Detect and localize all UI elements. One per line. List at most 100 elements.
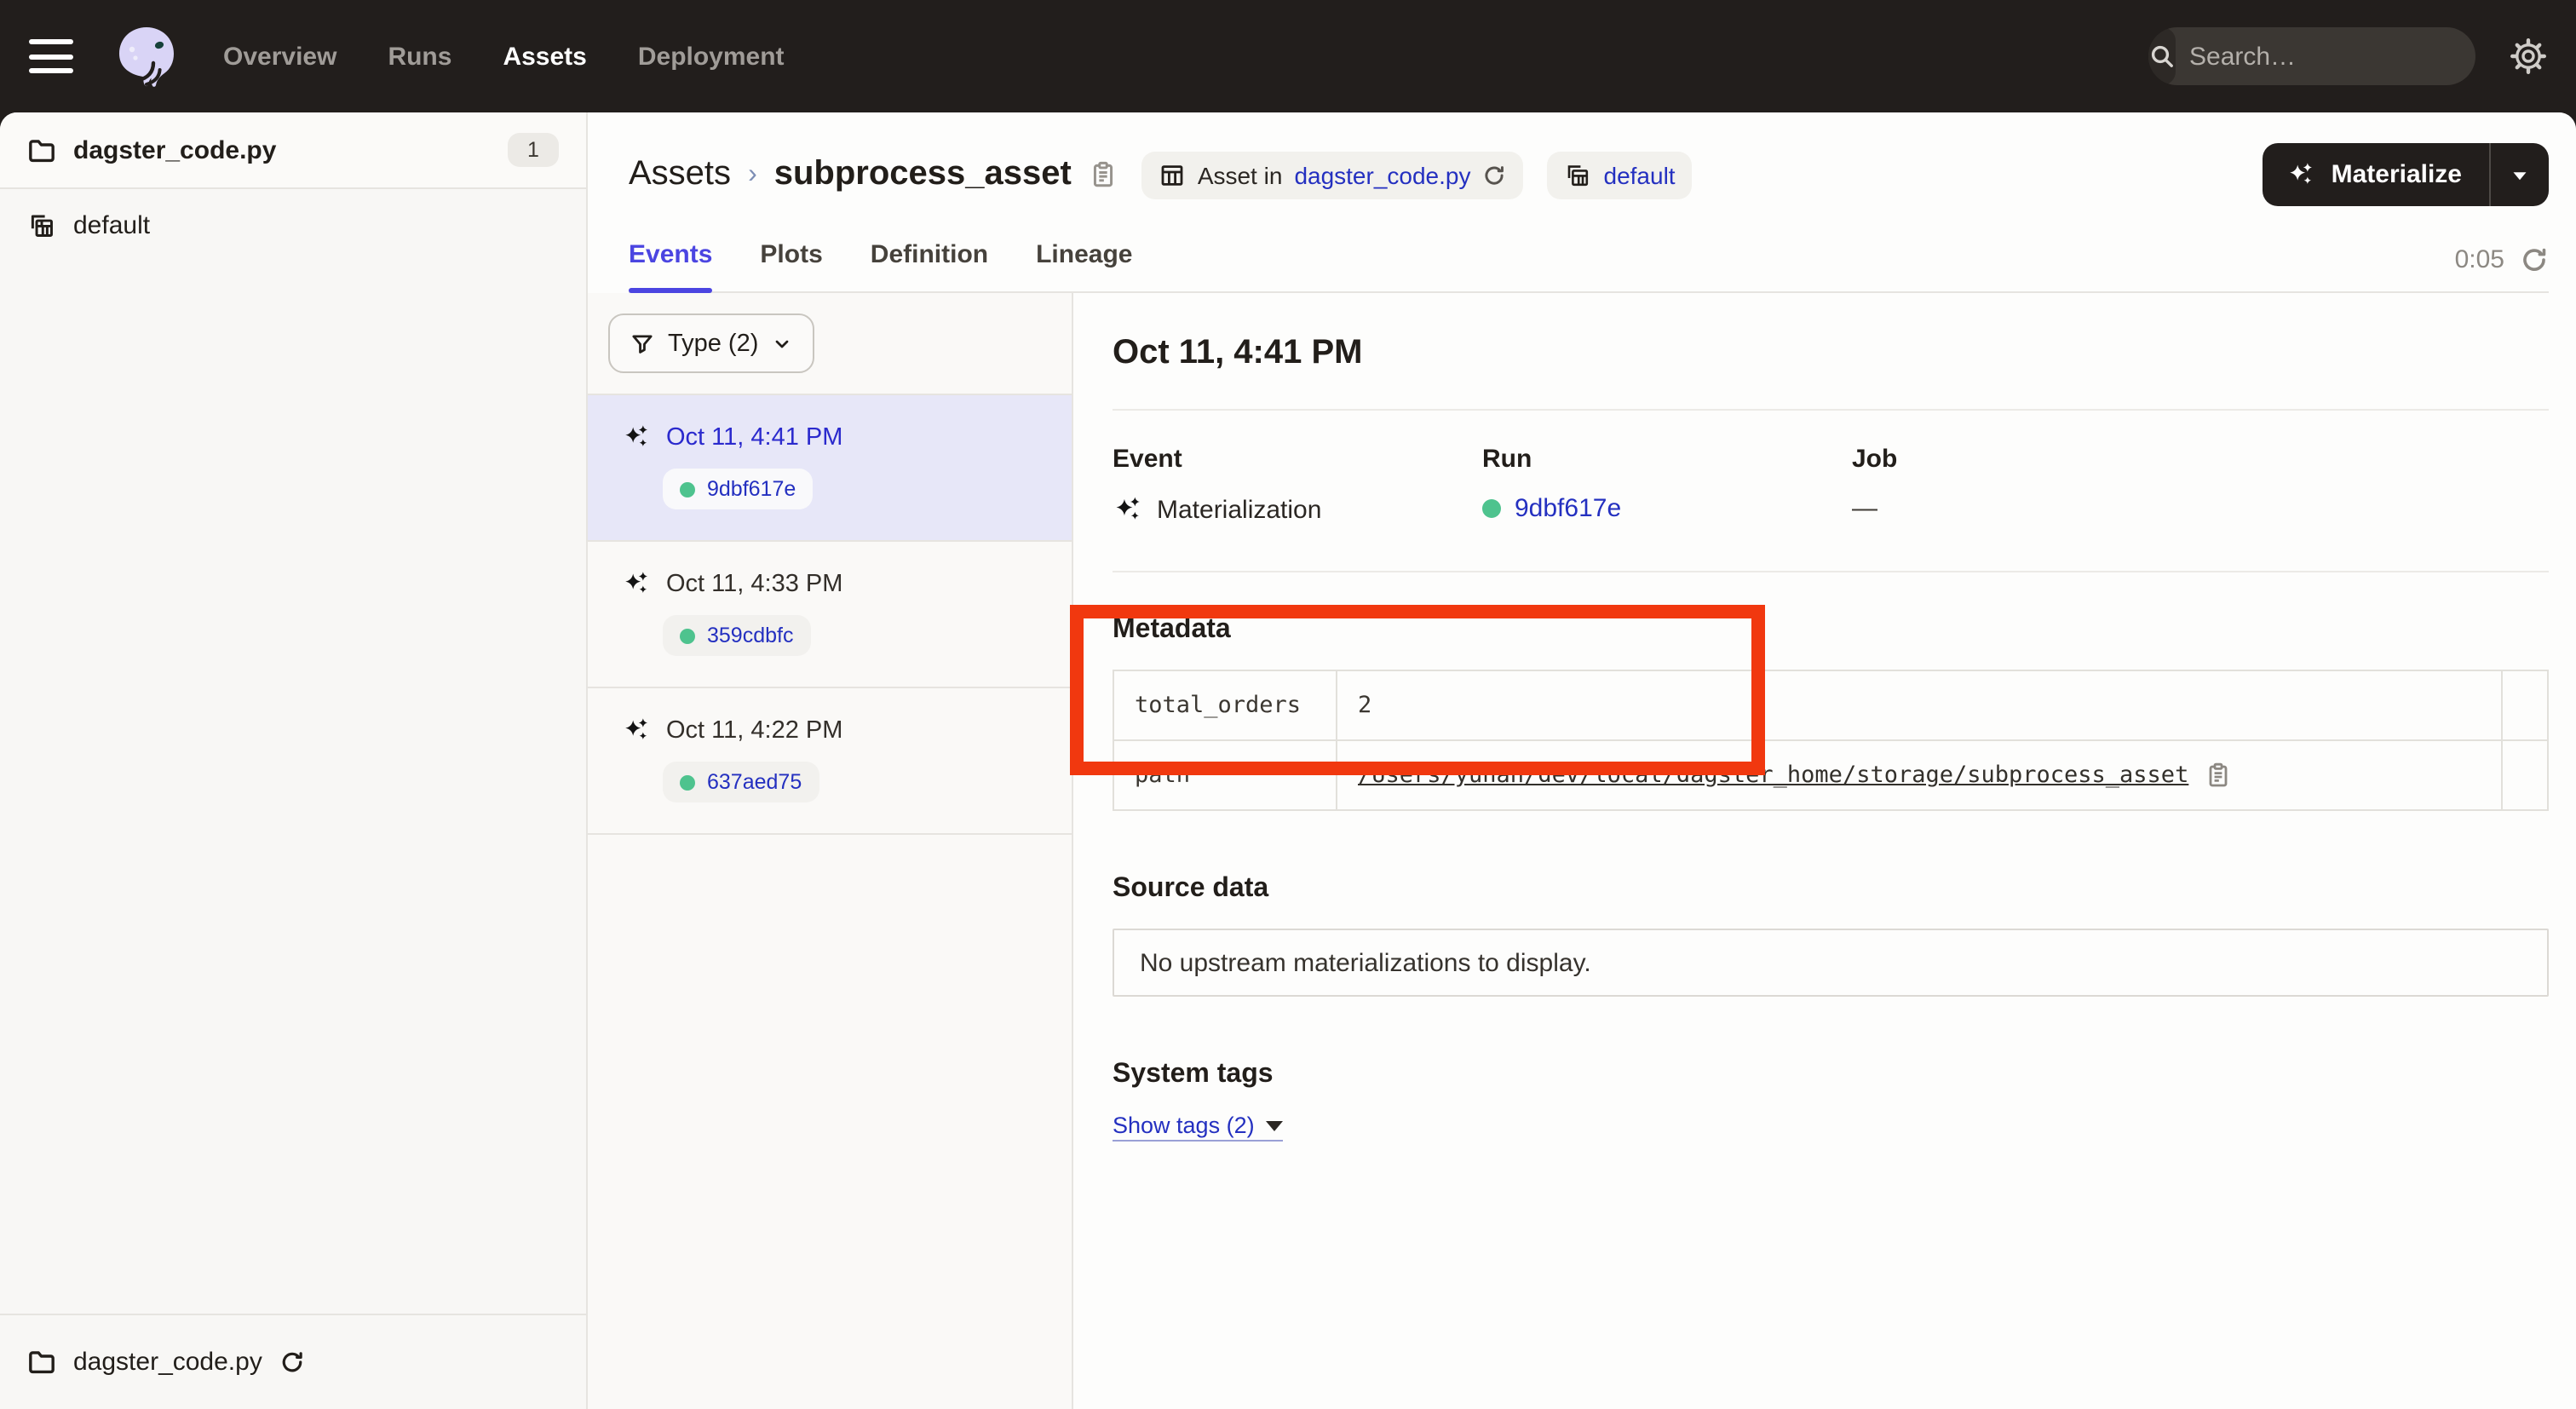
breadcrumb-separator-icon: ›: [748, 159, 757, 190]
event-timestamp: Oct 11, 4:33 PM: [666, 570, 842, 597]
tab-definition[interactable]: Definition: [871, 240, 988, 291]
settings-gear-icon[interactable]: [2510, 37, 2547, 75]
asset-group-link[interactable]: default: [1604, 161, 1676, 188]
show-tags-label: Show tags (2): [1113, 1113, 1255, 1138]
source-data-heading: Source data: [1113, 874, 2549, 905]
breadcrumb-assets-link[interactable]: Assets: [629, 155, 731, 194]
run-status-dot: [680, 481, 695, 497]
job-value: —: [1852, 494, 2222, 523]
refresh-countdown: 0:05: [2455, 245, 2504, 274]
asset-tabs: Events Plots Definition Lineage 0:05: [629, 240, 2549, 293]
nav-item-runs[interactable]: Runs: [388, 42, 451, 71]
chevron-down-icon: [772, 333, 792, 354]
metadata-heading: Metadata: [1113, 615, 2549, 646]
metadata-key: total_orders: [1113, 670, 1337, 740]
run-id-link[interactable]: 9dbf617e: [1515, 494, 1621, 523]
run-status-dot: [1482, 499, 1501, 518]
asset-group-tag: default: [1548, 151, 1693, 198]
metadata-table: total_orders 2 path /Users/yuhan/dev/loc…: [1113, 670, 2549, 811]
run-tag[interactable]: 637aed75: [663, 762, 819, 802]
tab-plots[interactable]: Plots: [760, 240, 822, 291]
materialization-sparkle-icon: [622, 569, 651, 598]
metadata-path-link[interactable]: /Users/yuhan/dev/local/dagster_home/stor…: [1358, 762, 2188, 789]
sidebar-item-label: default: [73, 210, 150, 239]
tag-prefix: Asset in: [1198, 161, 1283, 188]
run-tag[interactable]: 359cdbfc: [663, 615, 810, 656]
search-input[interactable]: [2176, 42, 2475, 71]
primary-nav: Overview Runs Assets Deployment: [223, 42, 785, 71]
run-tag[interactable]: 9dbf617e: [663, 469, 813, 509]
chevron-down-icon: [2510, 164, 2530, 185]
sidebar-item-default-group[interactable]: default: [0, 189, 586, 261]
sidebar-item-label: dagster_code.py: [73, 135, 276, 164]
show-tags-toggle[interactable]: Show tags (2): [1113, 1113, 1284, 1142]
metadata-key: path: [1113, 740, 1337, 810]
run-status-dot: [680, 628, 695, 643]
hamburger-menu-icon[interactable]: [29, 39, 73, 73]
asset-header: Assets › subprocess_asset Asset in dagst…: [588, 112, 2576, 293]
event-timestamp: Oct 11, 4:41 PM: [666, 423, 842, 451]
asset-count-badge: 1: [508, 133, 559, 167]
folder-icon: [27, 135, 56, 164]
metadata-value: 2: [1337, 670, 2502, 740]
event-column-label: Event: [1113, 445, 1482, 474]
folder-icon: [27, 1348, 56, 1377]
run-status-dot: [680, 774, 695, 790]
caret-down-icon: [1267, 1120, 1284, 1130]
asset-group-icon: [1565, 161, 1592, 188]
materialize-options-button[interactable]: [2491, 143, 2549, 206]
event-list-item[interactable]: Oct 11, 4:22 PM 637aed75: [588, 688, 1072, 835]
event-type-value: Materialization: [1157, 495, 1321, 524]
asset-group-icon: [27, 210, 56, 239]
top-nav: Overview Runs Assets Deployment /: [0, 0, 2576, 112]
sparkle-icon: [2287, 160, 2316, 189]
materialize-button[interactable]: Materialize: [2263, 143, 2489, 206]
code-location-link[interactable]: dagster_code.py: [1294, 161, 1470, 188]
copy-path-icon[interactable]: [2204, 762, 2231, 789]
sidebar-item-dagster-code[interactable]: dagster_code.py 1: [0, 112, 586, 189]
refresh-icon[interactable]: [2520, 245, 2549, 274]
nav-item-assets[interactable]: Assets: [503, 42, 586, 71]
nav-item-deployment[interactable]: Deployment: [638, 42, 785, 71]
system-tags-heading: System tags: [1113, 1060, 2549, 1090]
run-id-link: 637aed75: [707, 770, 802, 794]
code-location-icon: [1159, 161, 1186, 188]
run-id-link: 359cdbfc: [707, 624, 793, 647]
event-summary: Event Materialization Run 9db: [1113, 445, 2549, 525]
copy-asset-name-icon[interactable]: [1089, 160, 1118, 189]
materialization-sparkle-icon: [622, 423, 651, 451]
event-detail-title: Oct 11, 4:41 PM: [1113, 334, 2549, 373]
materialization-sparkle-icon: [622, 716, 651, 745]
materialize-split-button: Materialize: [2263, 143, 2549, 206]
breadcrumb: Assets › subprocess_asset Asset in dagst…: [629, 143, 2549, 206]
page-title: subprocess_asset: [774, 155, 1072, 194]
tab-events[interactable]: Events: [629, 240, 712, 291]
nav-item-overview[interactable]: Overview: [223, 42, 336, 71]
sidebar-item-label: dagster_code.py: [73, 1348, 262, 1377]
search-box[interactable]: /: [2148, 27, 2475, 85]
event-list-item[interactable]: Oct 11, 4:33 PM 359cdbfc: [588, 542, 1072, 688]
source-data-empty-state: No upstream materializations to display.: [1113, 929, 2549, 997]
source-data-message: No upstream materializations to display.: [1140, 948, 1591, 977]
event-type-filter[interactable]: Type (2): [608, 313, 814, 373]
table-row: path /Users/yuhan/dev/local/dagster_home…: [1113, 740, 2548, 810]
tab-lineage[interactable]: Lineage: [1036, 240, 1132, 291]
reload-icon[interactable]: [1483, 163, 1507, 187]
job-column-label: Job: [1852, 445, 2222, 474]
materialize-label: Materialize: [2332, 160, 2462, 189]
filter-funnel-icon: [630, 331, 654, 355]
event-list-panel: Type (2) Oct 11, 4:41 PM 9dbf6: [588, 293, 1073, 1409]
event-list-item[interactable]: Oct 11, 4:41 PM 9dbf617e: [588, 395, 1072, 542]
code-location-sidebar: dagster_code.py 1 default dagster_code.p…: [0, 112, 588, 1409]
materialization-sparkle-icon: [1113, 494, 1143, 525]
run-column-label: Run: [1482, 445, 1852, 474]
dagster-logo[interactable]: [114, 24, 179, 89]
event-detail-panel: Oct 11, 4:41 PM Event Materialization: [1073, 293, 2576, 1409]
search-icon: [2148, 27, 2176, 85]
reload-location-icon[interactable]: [279, 1349, 305, 1375]
run-id-link: 9dbf617e: [707, 477, 796, 501]
sidebar-code-location-footer[interactable]: dagster_code.py: [0, 1314, 586, 1409]
event-timestamp: Oct 11, 4:22 PM: [666, 716, 842, 744]
table-row: total_orders 2: [1113, 670, 2548, 740]
asset-location-tag: Asset in dagster_code.py: [1141, 151, 1524, 198]
